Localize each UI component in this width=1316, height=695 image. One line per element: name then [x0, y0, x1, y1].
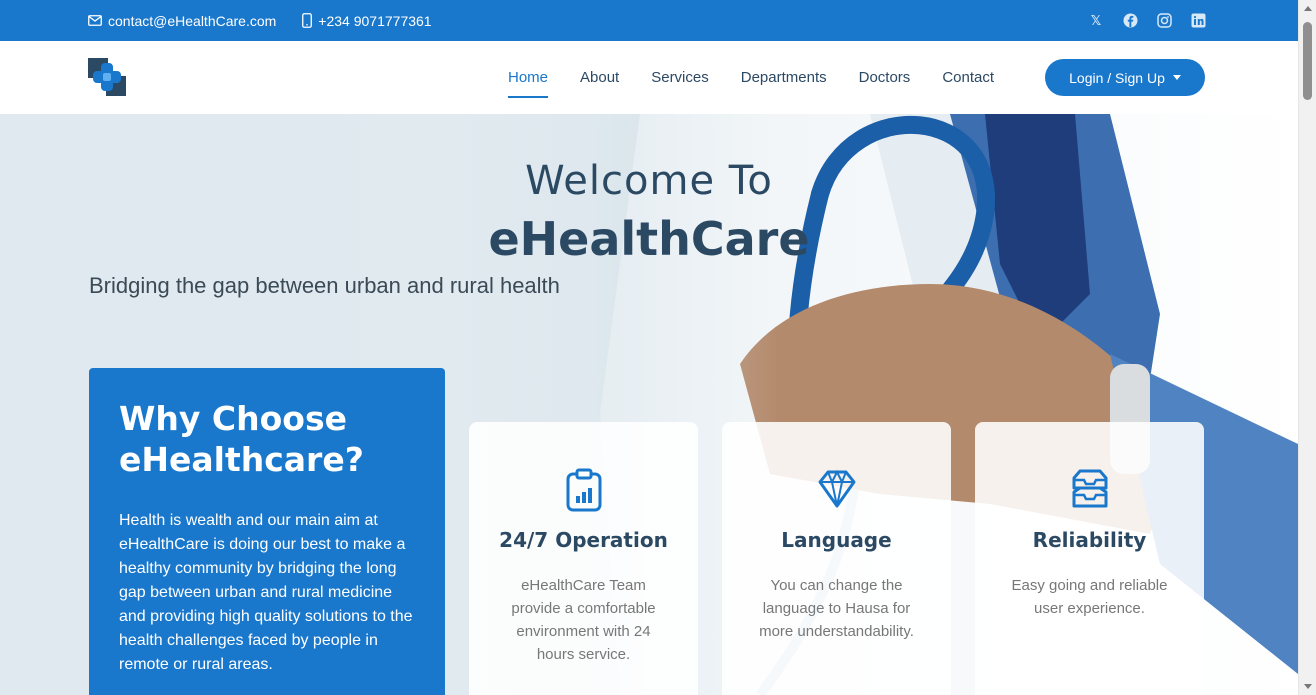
- page-scrollbar[interactable]: [1298, 0, 1316, 695]
- nav-home[interactable]: Home: [508, 63, 549, 98]
- logo[interactable]: [88, 58, 126, 96]
- email-contact[interactable]: contact@eHealthCare.com: [88, 13, 276, 29]
- feature-text: Easy going and reliable user experience.: [1011, 577, 1168, 617]
- phone-text: +234 9071777361: [318, 12, 432, 29]
- gem-icon: [817, 468, 857, 512]
- login-signup-label: Login / Sign Up: [1069, 69, 1165, 86]
- hero-section: Welcome To eHealthCare Bridging the gap …: [0, 114, 1298, 695]
- social-links: 𝕏: [1088, 0, 1206, 41]
- feature-card-language: Language You can change the language to …: [722, 422, 951, 695]
- phone-contact[interactable]: +234 9071777361: [302, 12, 432, 29]
- why-choose-box: Why Choose eHealthcare? Health is wealth…: [89, 368, 445, 695]
- top-bar: contact@eHealthCare.com +234 9071777361 …: [0, 0, 1298, 41]
- nav-about[interactable]: About: [580, 63, 619, 92]
- facebook-icon[interactable]: [1122, 13, 1138, 29]
- scrollbar-thumb[interactable]: [1303, 22, 1312, 100]
- feature-text: You can change the language to Hausa for…: [759, 577, 914, 640]
- feature-title: Reliability: [1032, 528, 1147, 552]
- why-choose-text: Health is wealth and our main aim at eHe…: [119, 512, 413, 673]
- login-signup-button[interactable]: Login / Sign Up: [1045, 59, 1205, 96]
- nav-departments[interactable]: Departments: [741, 63, 827, 92]
- feature-card-reliability: Reliability Easy going and reliable user…: [975, 422, 1204, 695]
- feature-card-operation: 24/7 Operation eHealthCare Team provide …: [469, 422, 698, 695]
- main-nav: Home About Services Departments Doctors …: [508, 41, 1026, 114]
- chevron-down-icon: [1172, 75, 1181, 80]
- scroll-down-arrow-icon[interactable]: [1304, 684, 1312, 689]
- instagram-icon[interactable]: [1156, 13, 1172, 29]
- linkedin-icon[interactable]: [1190, 13, 1206, 29]
- scroll-up-arrow-icon[interactable]: [1304, 6, 1312, 11]
- hero-tagline: Bridging the gap between urban and rural…: [89, 273, 560, 298]
- feature-text: eHealthCare Team provide a comfortable e…: [511, 577, 656, 663]
- nav-services[interactable]: Services: [651, 63, 709, 92]
- inboxes-icon: [1070, 468, 1110, 512]
- clipboard-chart-icon: [564, 468, 604, 512]
- envelope-icon: [88, 15, 102, 26]
- hero-welcome: Welcome To: [525, 158, 773, 204]
- email-text: contact@eHealthCare.com: [108, 12, 277, 29]
- medical-cross-logo-icon: [88, 58, 126, 96]
- phone-icon: [302, 13, 313, 28]
- nav-contact[interactable]: Contact: [942, 63, 994, 92]
- why-choose-title: Why Choose eHealthcare?: [119, 399, 364, 479]
- x-twitter-icon[interactable]: 𝕏: [1088, 13, 1104, 29]
- contact-info: contact@eHealthCare.com +234 9071777361: [88, 0, 432, 41]
- hero-brand-title: eHealthCare: [488, 212, 810, 266]
- nav-doctors[interactable]: Doctors: [859, 63, 911, 92]
- feature-title: 24/7 Operation: [499, 528, 668, 552]
- site-header: Home About Services Departments Doctors …: [0, 41, 1298, 114]
- feature-title: Language: [781, 528, 892, 552]
